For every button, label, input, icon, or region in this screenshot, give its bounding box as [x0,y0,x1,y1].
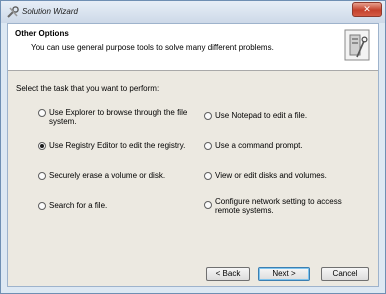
radio-disks-volumes[interactable] [204,172,212,180]
next-button[interactable]: Next > [258,267,310,281]
option-label: View or edit disks and volumes. [215,171,327,180]
page-title: Other Options [15,29,69,38]
wizard-client-area: Other Options You can use general purpos… [7,23,379,287]
radio-notepad[interactable] [204,112,212,120]
cancel-button[interactable]: Cancel [321,267,369,281]
option-command-prompt[interactable]: Use a command prompt. [204,141,364,153]
option-label: Search for a file. [49,201,108,210]
option-label: Securely erase a volume or disk. [49,171,166,180]
option-network-settings[interactable]: Configure network setting to access remo… [204,197,364,217]
option-notepad[interactable]: Use Notepad to edit a file. [204,111,364,123]
wizard-header: Other Options You can use general purpos… [8,24,378,71]
option-label: Use a command prompt. [215,141,303,150]
option-label: Use Registry Editor to edit the registry… [49,141,186,150]
radio-registry-editor[interactable] [38,142,46,150]
radio-network-settings[interactable] [204,201,212,209]
solution-wizard-window: Solution Wizard ✕ Other Options You can … [0,0,386,294]
option-search-file[interactable]: Search for a file. [38,201,198,213]
radio-explorer[interactable] [38,109,46,117]
option-secure-erase[interactable]: Securely erase a volume or disk. [38,171,198,183]
task-prompt: Select the task that you want to perform… [16,84,160,93]
option-label: Use Notepad to edit a file. [215,111,308,120]
close-icon: ✕ [363,4,371,14]
option-explorer[interactable]: Use Explorer to browse through the file … [38,108,198,128]
option-label: Configure network setting to access remo… [215,197,342,215]
option-registry-editor[interactable]: Use Registry Editor to edit the registry… [38,141,198,153]
radio-command-prompt[interactable] [204,142,212,150]
option-disks-volumes[interactable]: View or edit disks and volumes. [204,171,364,183]
wizard-tools-icon [7,6,19,18]
window-title: Solution Wizard [22,7,78,16]
back-button[interactable]: < Back [206,267,250,281]
option-label: Use Explorer to browse through the file … [49,108,188,126]
computer-tower-tools-icon [344,29,370,61]
radio-secure-erase[interactable] [38,172,46,180]
close-button[interactable]: ✕ [352,2,382,17]
page-subtitle: You can use general purpose tools to sol… [31,43,274,52]
title-bar[interactable]: Solution Wizard ✕ [1,1,385,23]
radio-search-file[interactable] [38,202,46,210]
